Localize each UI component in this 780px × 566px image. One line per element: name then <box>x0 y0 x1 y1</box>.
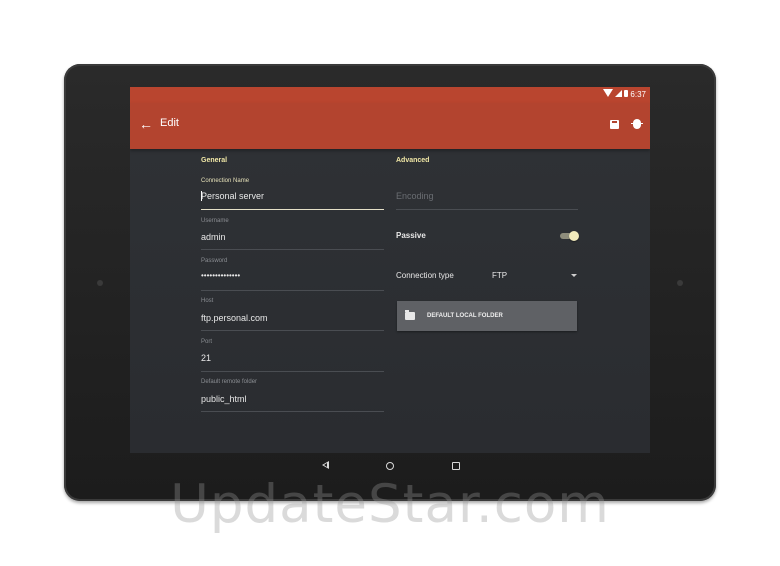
chevron-down-icon[interactable] <box>571 274 577 277</box>
port-label: Port <box>201 339 213 345</box>
host-input[interactable]: ftp.personal.com <box>201 313 268 323</box>
status-bar: 6:37 <box>130 87 650 103</box>
battery-icon <box>624 90 628 97</box>
connection-name-underline <box>201 209 384 210</box>
app-screen: 6:37 ← Edit General Connection Name Pers… <box>130 87 650 453</box>
encoding-input[interactable]: Encoding <box>396 191 434 201</box>
remote-folder-label: Default remote folder <box>201 379 258 385</box>
watermark: UpdateStar.com <box>170 474 610 535</box>
host-label: Host <box>201 298 214 304</box>
connection-type-label: Connection type <box>396 271 454 280</box>
connection-type-select[interactable]: FTP <box>492 271 507 280</box>
page-title: Edit <box>160 117 179 129</box>
left-sensor <box>97 280 103 286</box>
folder-icon <box>405 310 415 320</box>
nav-back-icon[interactable] <box>322 461 329 469</box>
advanced-section-title: Advanced <box>396 157 430 164</box>
connection-name-label: Connection Name <box>201 178 250 184</box>
port-input[interactable]: 21 <box>201 353 211 363</box>
username-input[interactable]: admin <box>201 232 226 242</box>
status-time: 6:37 <box>630 90 646 99</box>
encoding-underline <box>396 209 578 210</box>
remote-folder-underline <box>201 411 384 412</box>
general-section-title: General <box>201 157 228 164</box>
default-local-folder-button[interactable]: DEFAULT LOCAL FOLDER <box>397 301 577 331</box>
port-underline <box>201 371 384 372</box>
password-label: Password <box>201 258 228 264</box>
nav-home-icon[interactable] <box>386 462 394 470</box>
password-input[interactable]: •••••••••••••• <box>201 271 240 280</box>
app-bar: ← Edit <box>130 103 650 149</box>
save-icon[interactable] <box>610 120 619 129</box>
remote-folder-input[interactable]: public_html <box>201 394 247 404</box>
signal-icon <box>615 90 622 97</box>
host-underline <box>201 330 384 331</box>
connection-name-input[interactable]: Personal server <box>201 191 264 201</box>
right-sensor <box>677 280 683 286</box>
nav-recents-icon[interactable] <box>452 462 460 470</box>
username-underline <box>201 249 384 250</box>
passive-toggle-thumb[interactable] <box>569 231 579 241</box>
wifi-icon <box>603 89 613 97</box>
default-local-folder-label: DEFAULT LOCAL FOLDER <box>427 313 503 319</box>
bug-icon[interactable] <box>631 119 643 129</box>
password-underline <box>201 290 384 291</box>
passive-label: Passive <box>396 231 426 240</box>
username-label: Username <box>201 218 229 224</box>
back-arrow-icon[interactable]: ← <box>139 116 153 132</box>
